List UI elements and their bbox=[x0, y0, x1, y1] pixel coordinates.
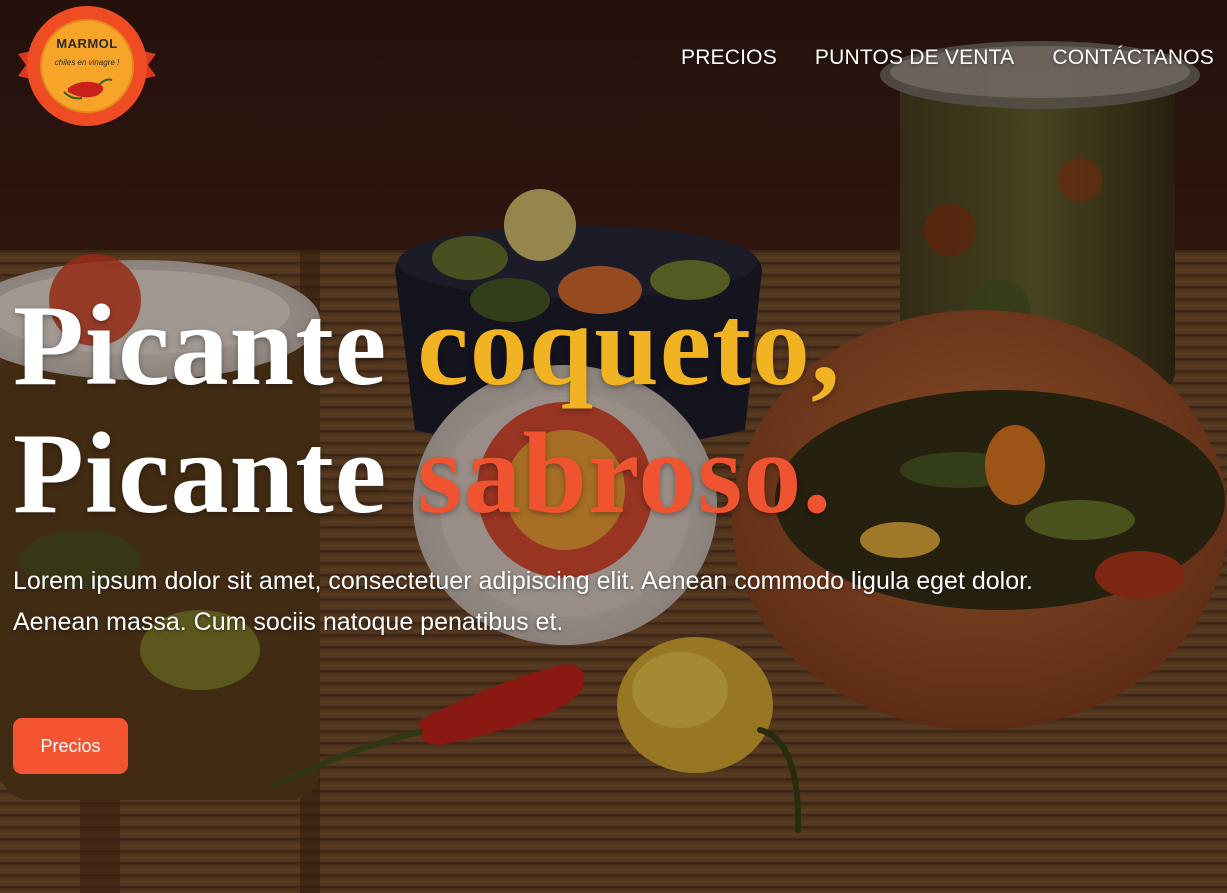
logo-text: MARMOL chiles en vinagre ! bbox=[16, 4, 158, 128]
hero-section: MARMOL chiles en vinagre ! PRECIOS PUNTO… bbox=[0, 0, 1227, 893]
headline-line-1: Picante coqueto, bbox=[13, 282, 841, 410]
brand-logo[interactable]: MARMOL chiles en vinagre ! bbox=[16, 4, 158, 128]
headline-word-picante-2: Picante bbox=[13, 410, 418, 538]
headline-word-picante-1: Picante bbox=[13, 282, 418, 410]
headline-word-sabroso: sabroso. bbox=[417, 410, 833, 538]
precios-button[interactable]: Precios bbox=[13, 718, 128, 774]
main-nav: PRECIOS PUNTOS DE VENTA CONTÁCTANOS bbox=[681, 46, 1214, 70]
headline-word-coqueto: coqueto, bbox=[417, 282, 841, 410]
nav-link-precios[interactable]: PRECIOS bbox=[681, 46, 777, 70]
hero-headline: Picante coqueto, Picante sabroso. bbox=[13, 282, 841, 538]
headline-line-2: Picante sabroso. bbox=[13, 410, 832, 538]
logo-brand-name: MARMOL bbox=[56, 36, 118, 51]
nav-link-contactanos[interactable]: CONTÁCTANOS bbox=[1052, 46, 1214, 70]
hero-lead-text: Lorem ipsum dolor sit amet, consectetuer… bbox=[13, 567, 1034, 636]
logo-tagline: chiles en vinagre ! bbox=[54, 58, 120, 67]
nav-link-puntos-de-venta[interactable]: PUNTOS DE VENTA bbox=[815, 46, 1014, 70]
